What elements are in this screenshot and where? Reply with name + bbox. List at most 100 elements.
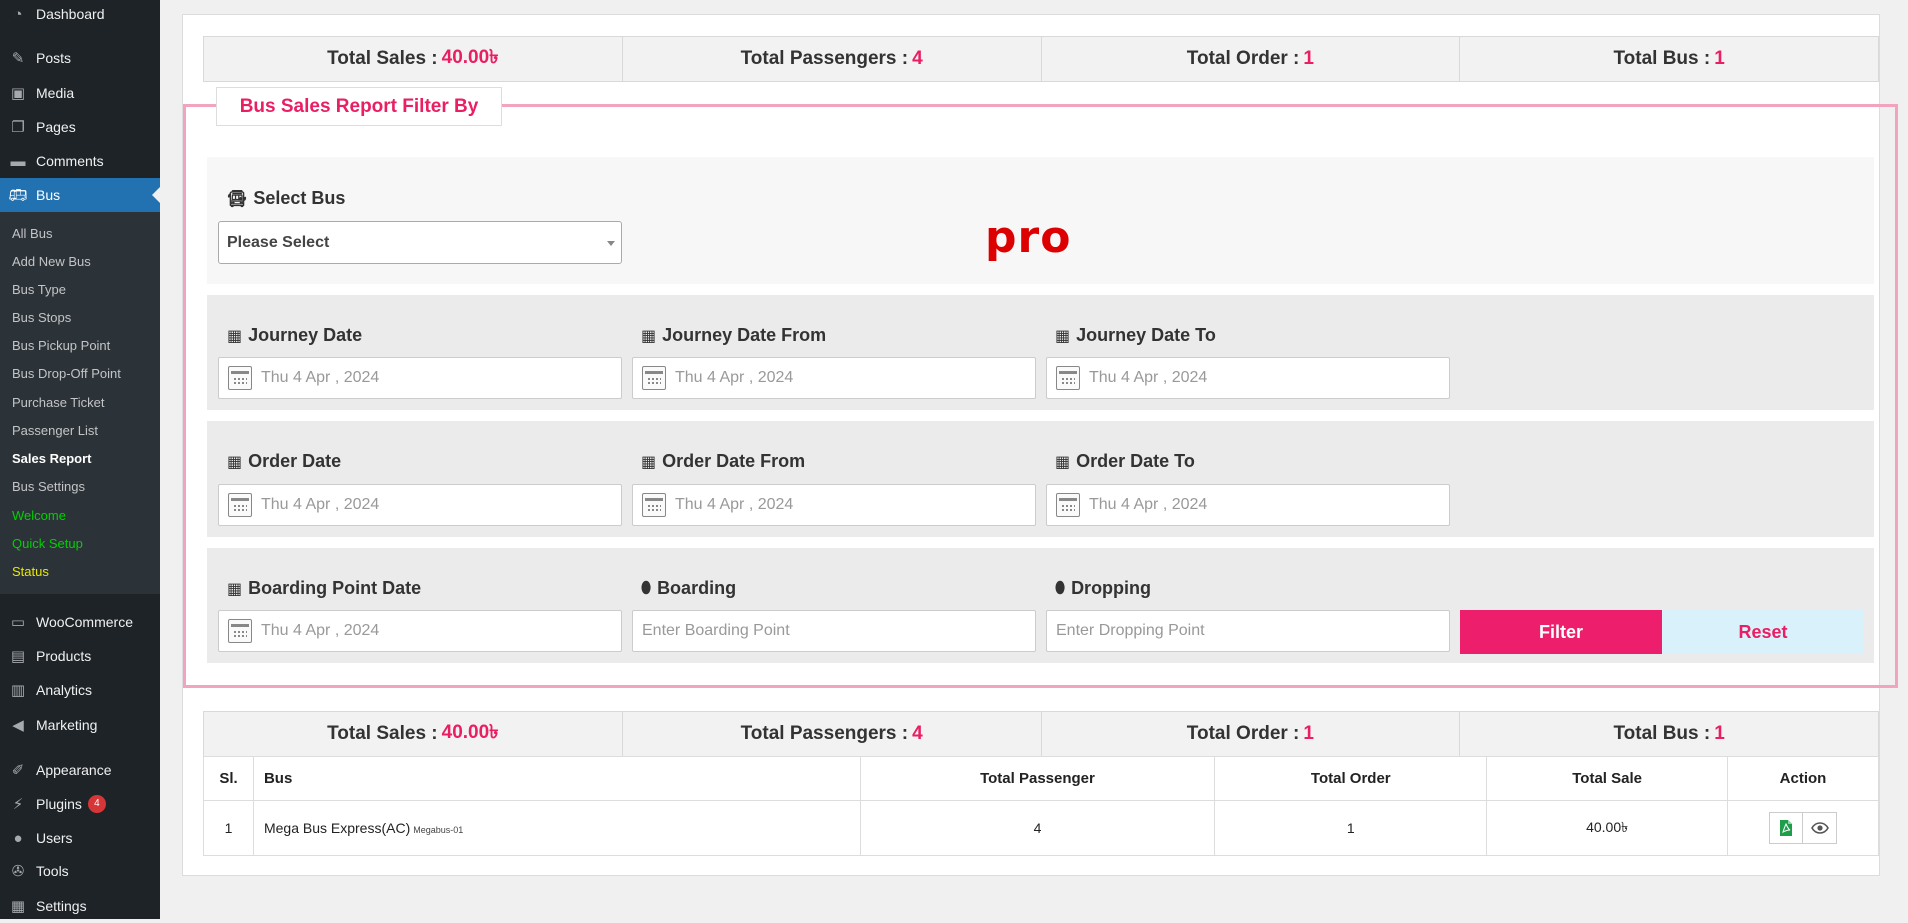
boarding-point-input[interactable]: Enter Boarding Point: [632, 610, 1036, 652]
column-header-total-sale: Total Sale: [1486, 756, 1729, 801]
summary-value: 1: [1714, 723, 1725, 744]
menu-label: Appearance: [36, 762, 112, 778]
menu-users[interactable]: ● Users: [0, 821, 160, 855]
submenu-status[interactable]: Status: [12, 564, 49, 579]
submenu-quick-setup[interactable]: Quick Setup: [12, 536, 83, 551]
summary-label: Total Sales :: [327, 48, 438, 69]
calendar-icon: ▦: [1055, 453, 1071, 471]
pro-badge: pro: [985, 212, 1072, 263]
input-placeholder: Thu 4 Apr , 2024: [261, 496, 380, 513]
calendar-icon: [228, 366, 252, 390]
dropping-point-input[interactable]: Enter Dropping Point: [1046, 610, 1450, 652]
summary-total-passengers: Total Passengers : 4: [623, 712, 1042, 756]
summary-value: 40.00৳: [441, 47, 499, 68]
action-button-group: [1769, 812, 1838, 844]
order-date-to-label: ▦ Order Date To: [1055, 451, 1195, 472]
menu-label: Posts: [36, 50, 72, 66]
menu-pages[interactable]: ❐ Pages: [0, 110, 160, 144]
journey-date-to-input[interactable]: Thu 4 Apr , 2024: [1046, 357, 1450, 399]
submenu-bus-pickup-point[interactable]: Bus Pickup Point: [12, 338, 110, 353]
input-placeholder: Thu 4 Apr , 2024: [675, 496, 794, 513]
submenu-add-new-bus[interactable]: Add New Bus: [12, 254, 91, 269]
submenu-bus-settings[interactable]: Bus Settings: [12, 479, 85, 494]
pages-icon: ❐: [11, 119, 25, 136]
view-details-button[interactable]: [1803, 812, 1838, 844]
filter-button[interactable]: Filter: [1460, 610, 1662, 654]
label-text: Order Date: [248, 451, 342, 471]
summary-value: 4: [912, 48, 923, 69]
select-bus-dropdown[interactable]: Please Select: [218, 221, 622, 264]
cell-total-sale: 40.00৳: [1486, 800, 1729, 856]
summary-total-sales: Total Sales : 40.00৳: [204, 712, 623, 756]
products-icon: ▤: [10, 648, 26, 665]
plugins-update-badge: 4: [87, 795, 106, 813]
submenu-sales-report[interactable]: Sales Report: [12, 451, 91, 466]
cell-sl: 1: [203, 800, 254, 856]
menu-bus[interactable]: 🚌︎ Bus: [0, 178, 160, 212]
menu-label: Marketing: [36, 717, 98, 733]
bus-icon: 🚌︎: [8, 187, 28, 204]
calendar-icon: ▦: [227, 453, 243, 471]
summary-label: Total Order :: [1186, 723, 1300, 744]
eye-icon: [1810, 822, 1829, 834]
analytics-icon: ▥: [10, 682, 26, 699]
menu-woocommerce[interactable]: ▭ WooCommerce: [0, 605, 160, 639]
journey-date-input[interactable]: Thu 4 Apr , 2024: [218, 357, 622, 399]
submenu-purchase-ticket[interactable]: Purchase Ticket: [12, 395, 105, 410]
summary-total-sales: Total Sales : 40.00৳: [204, 37, 623, 81]
order-date-from-input[interactable]: Thu 4 Apr , 2024: [632, 484, 1036, 526]
journey-date-from-label: ▦ Journey Date From: [641, 325, 826, 346]
column-header-total-passenger: Total Passenger: [859, 756, 1216, 801]
menu-label: Dashboard: [36, 6, 105, 22]
order-date-to-input[interactable]: Thu 4 Apr , 2024: [1046, 484, 1450, 526]
input-placeholder: Thu 4 Apr , 2024: [1089, 369, 1208, 386]
submenu-passenger-list[interactable]: Passenger List: [12, 423, 98, 438]
submenu-all-bus[interactable]: All Bus: [12, 226, 52, 241]
menu-plugins[interactable]: ⚡︎ Plugins 4: [0, 787, 160, 821]
sales-report-table: Sl. Bus Total Passenger Total Order Tota…: [203, 756, 1879, 856]
menu-label: Pages: [36, 119, 76, 135]
bus-submenu: All Bus Add New Bus Bus Type Bus Stops B…: [0, 212, 160, 594]
summary-value: 40.00৳: [441, 722, 499, 743]
menu-appearance[interactable]: ✐ Appearance: [0, 753, 160, 787]
label-text: Order Date From: [662, 451, 806, 471]
calendar-icon: ▦: [227, 327, 243, 345]
bus-name: Mega Bus Express(AC): [263, 820, 411, 836]
summary-total-passengers: Total Passengers : 4: [623, 37, 1042, 81]
export-pdf-button[interactable]: [1769, 812, 1804, 844]
order-date-from-label: ▦ Order Date From: [641, 451, 805, 472]
column-header-action: Action: [1727, 756, 1879, 801]
summary-bar-bottom: Total Sales : 40.00৳ Total Passengers : …: [203, 711, 1879, 757]
submenu-welcome[interactable]: Welcome: [12, 508, 66, 523]
menu-marketing[interactable]: ◀ Marketing: [0, 708, 160, 742]
dropping-label: ⬮ Dropping: [1055, 578, 1151, 599]
menu-settings[interactable]: ▦ Settings: [0, 889, 160, 923]
summary-value: 1: [1714, 48, 1725, 69]
menu-posts[interactable]: ✎ Posts: [0, 41, 160, 75]
menu-media[interactable]: ▣ Media: [0, 76, 160, 110]
submenu-bus-drop-off-point[interactable]: Bus Drop-Off Point: [12, 366, 121, 381]
menu-products[interactable]: ▤ Products: [0, 639, 160, 673]
menu-analytics[interactable]: ▥ Analytics: [0, 673, 160, 707]
order-date-input[interactable]: Thu 4 Apr , 2024: [218, 484, 622, 526]
cell-action: [1727, 800, 1879, 856]
summary-label: Total Order :: [1186, 48, 1300, 69]
menu-comments[interactable]: ▬ Comments: [0, 144, 160, 178]
submenu-bus-stops[interactable]: Bus Stops: [12, 310, 71, 325]
boarding-point-date-input[interactable]: Thu 4 Apr , 2024: [218, 610, 622, 652]
submenu-bus-type[interactable]: Bus Type: [12, 282, 66, 297]
cell-total-order: 1: [1214, 800, 1488, 856]
menu-tools[interactable]: ✇ Tools: [0, 854, 160, 888]
filter-legend: Bus Sales Report Filter By: [216, 87, 502, 126]
calendar-icon: [1056, 493, 1080, 517]
calendar-icon: [228, 619, 252, 643]
menu-dashboard[interactable]: ◔ Dashboard: [0, 0, 160, 31]
map-marker-icon: ⬮: [641, 579, 652, 597]
table-header-row: Sl. Bus Total Passenger Total Order Tota…: [203, 756, 1879, 801]
calendar-icon: [642, 493, 666, 517]
reset-button[interactable]: Reset: [1662, 610, 1864, 654]
label-text: Dropping: [1071, 578, 1152, 598]
journey-date-from-input[interactable]: Thu 4 Apr , 2024: [632, 357, 1036, 399]
calendar-icon: [642, 366, 666, 390]
menu-label: Comments: [36, 153, 104, 169]
